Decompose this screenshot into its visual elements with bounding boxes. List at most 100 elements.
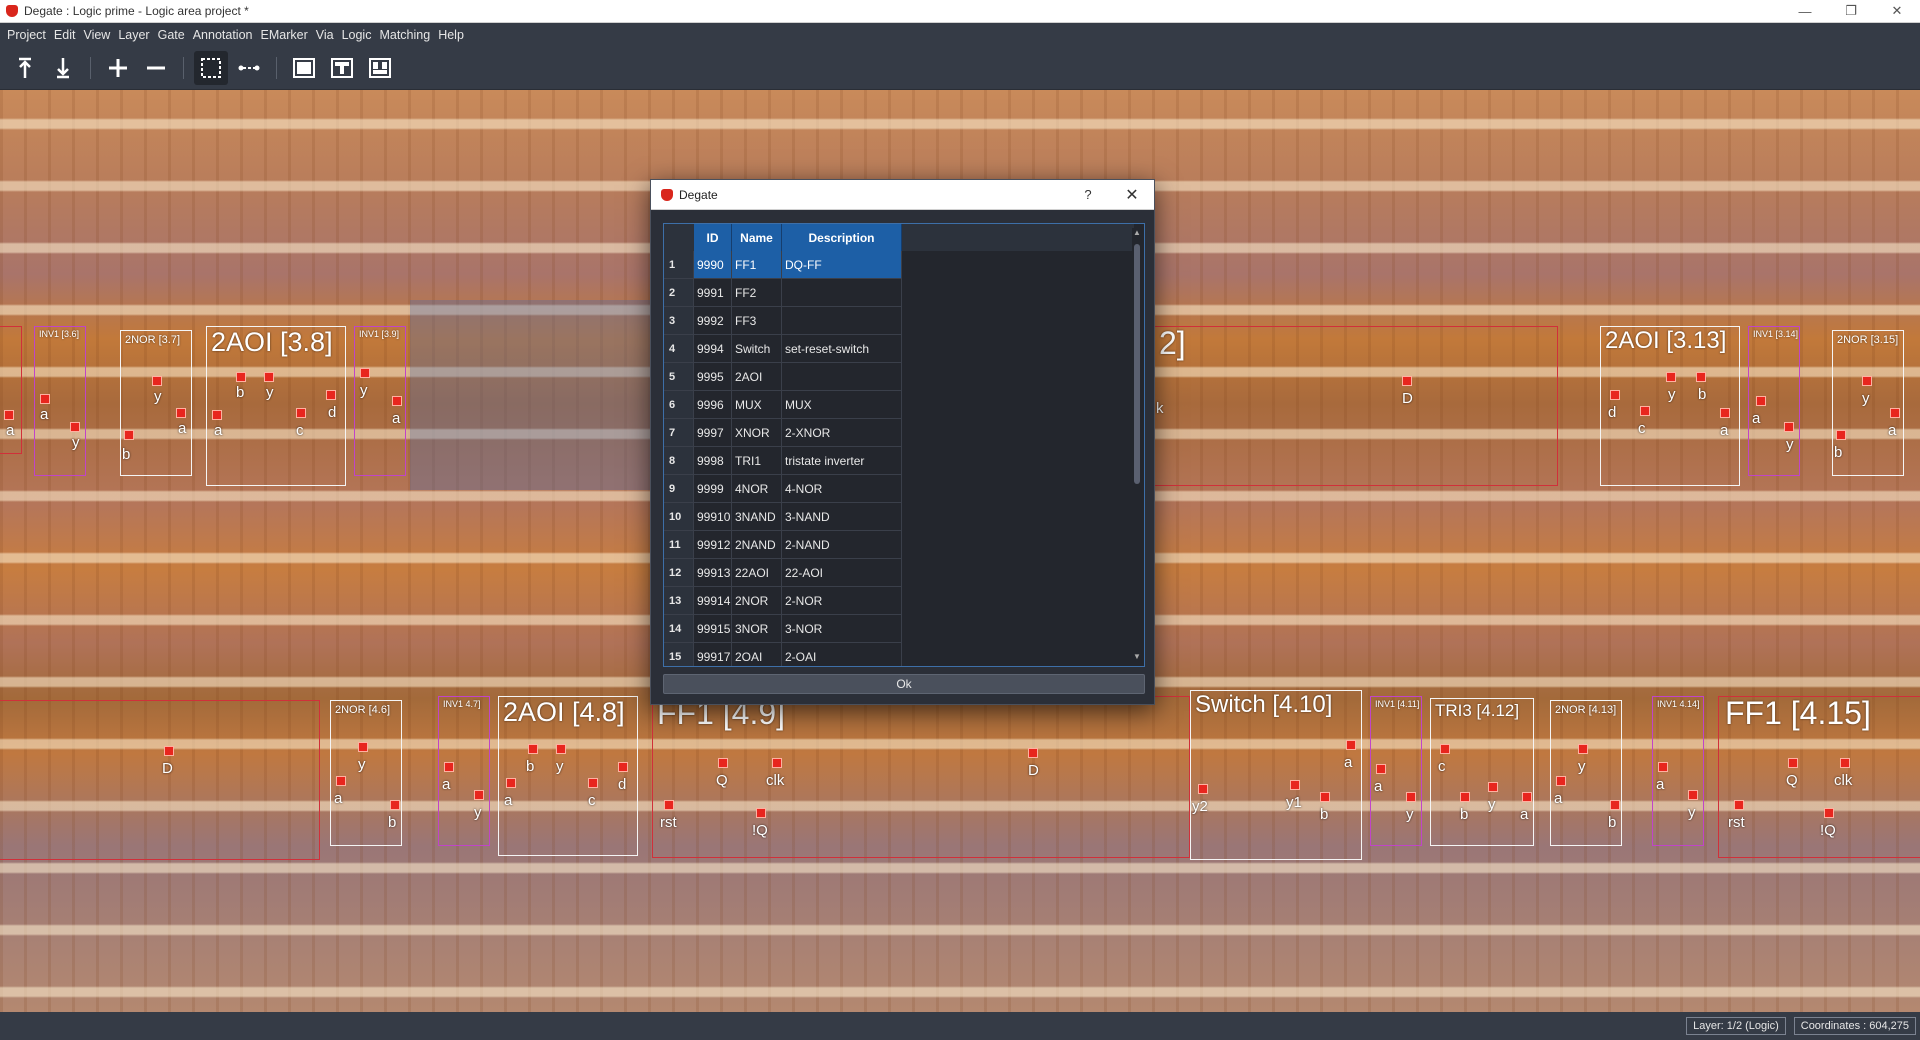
- menu-edit[interactable]: Edit: [50, 28, 80, 42]
- cell-id[interactable]: 9990: [694, 251, 732, 279]
- cell-id[interactable]: 99917: [694, 643, 732, 666]
- pin-marker[interactable]: [1836, 430, 1846, 440]
- row-number[interactable]: 2: [664, 279, 694, 307]
- gate-cell[interactable]: FF1 [4.9]: [652, 695, 1190, 858]
- pin-marker[interactable]: [1460, 792, 1470, 802]
- cell-id[interactable]: 9998: [694, 447, 732, 475]
- table-row[interactable]: 5 9995 2AOI: [664, 363, 1134, 391]
- cell-id[interactable]: 9999: [694, 475, 732, 503]
- bottom-layer-icon[interactable]: [363, 51, 397, 85]
- vertical-scrollbar[interactable]: ▲ ▼: [1132, 228, 1142, 662]
- menu-emarker[interactable]: EMarker: [257, 28, 312, 42]
- pin-marker[interactable]: [1788, 758, 1798, 768]
- pin-marker[interactable]: [1610, 800, 1620, 810]
- pin-marker[interactable]: [1720, 408, 1730, 418]
- cell-name[interactable]: 3NOR: [732, 615, 782, 643]
- pin-marker[interactable]: [1840, 758, 1850, 768]
- pin-marker[interactable]: [336, 776, 346, 786]
- gate-cell[interactable]: [0, 700, 320, 860]
- gate-cell[interactable]: Switch [4.10]: [1190, 690, 1362, 860]
- row-number[interactable]: 15: [664, 643, 694, 666]
- restore-button[interactable]: ❐: [1828, 0, 1874, 22]
- background-layer-icon[interactable]: [287, 51, 321, 85]
- cell-description[interactable]: 2-XNOR: [782, 419, 902, 447]
- row-number[interactable]: 6: [664, 391, 694, 419]
- pin-marker[interactable]: [772, 758, 782, 768]
- pin-marker[interactable]: [212, 410, 222, 420]
- pin-marker[interactable]: [176, 408, 186, 418]
- pin-marker[interactable]: [124, 430, 134, 440]
- pin-marker[interactable]: [1198, 784, 1208, 794]
- cell-id[interactable]: 99913: [694, 559, 732, 587]
- cell-name[interactable]: FF2: [732, 279, 782, 307]
- cell-description[interactable]: [782, 307, 902, 335]
- pin-marker[interactable]: [556, 744, 566, 754]
- cell-id[interactable]: 9997: [694, 419, 732, 447]
- cell-description[interactable]: MUX: [782, 391, 902, 419]
- pin-marker[interactable]: [1610, 390, 1620, 400]
- cell-name[interactable]: FF1: [732, 251, 782, 279]
- table-row[interactable]: 6 9996 MUX MUX: [664, 391, 1134, 419]
- cell-name[interactable]: 2NOR: [732, 587, 782, 615]
- pin-marker[interactable]: [1890, 408, 1900, 418]
- gate-cell[interactable]: 2AOI [3.13]: [1600, 326, 1740, 486]
- layer-down-icon[interactable]: [46, 51, 80, 85]
- cell-id[interactable]: 9991: [694, 279, 732, 307]
- pin-marker[interactable]: [1784, 422, 1794, 432]
- pin-marker[interactable]: [1440, 744, 1450, 754]
- pin-marker[interactable]: [1320, 792, 1330, 802]
- cell-id[interactable]: 9994: [694, 335, 732, 363]
- pin-marker[interactable]: [1578, 744, 1588, 754]
- wire-tool-icon[interactable]: [232, 51, 266, 85]
- cell-name[interactable]: 22AOI: [732, 559, 782, 587]
- cell-id[interactable]: 9996: [694, 391, 732, 419]
- cell-name[interactable]: FF3: [732, 307, 782, 335]
- cell-description[interactable]: set-reset-switch: [782, 335, 902, 363]
- pin-marker[interactable]: [1824, 808, 1834, 818]
- table-row[interactable]: 3 9992 FF3: [664, 307, 1134, 335]
- row-number[interactable]: 8: [664, 447, 694, 475]
- menu-layer[interactable]: Layer: [114, 28, 153, 42]
- cell-description[interactable]: [782, 279, 902, 307]
- pin-marker[interactable]: [164, 746, 174, 756]
- column-header-description[interactable]: Description: [782, 224, 902, 251]
- pin-marker[interactable]: [474, 790, 484, 800]
- scroll-down-icon[interactable]: ▼: [1132, 652, 1142, 662]
- close-window-button[interactable]: ✕: [1874, 0, 1920, 22]
- pin-marker[interactable]: [588, 778, 598, 788]
- cell-name[interactable]: 3NAND: [732, 503, 782, 531]
- table-row[interactable]: 2 9991 FF2: [664, 279, 1134, 307]
- gate-cell[interactable]: 2]: [1130, 325, 1558, 486]
- area-select-icon[interactable]: [194, 51, 228, 85]
- cell-name[interactable]: 2AOI: [732, 363, 782, 391]
- pin-marker[interactable]: [756, 808, 766, 818]
- layer-up-icon[interactable]: [8, 51, 42, 85]
- pin-marker[interactable]: [664, 800, 674, 810]
- pin-marker[interactable]: [1696, 372, 1706, 382]
- row-number[interactable]: 4: [664, 335, 694, 363]
- cell-description[interactable]: DQ-FF: [782, 251, 902, 279]
- table-row[interactable]: 15 99917 2OAI 2-OAI: [664, 643, 1134, 666]
- row-number[interactable]: 10: [664, 503, 694, 531]
- pin-marker[interactable]: [1862, 376, 1872, 386]
- minimize-button[interactable]: —: [1782, 0, 1828, 22]
- cell-id[interactable]: 99915: [694, 615, 732, 643]
- cell-description[interactable]: 4-NOR: [782, 475, 902, 503]
- menu-annotation[interactable]: Annotation: [189, 28, 257, 42]
- pin-marker[interactable]: [1688, 790, 1698, 800]
- dialog-close-button[interactable]: ✕: [1110, 185, 1154, 205]
- table-row[interactable]: 13 99914 2NOR 2-NOR: [664, 587, 1134, 615]
- pin-marker[interactable]: [1640, 406, 1650, 416]
- pin-marker[interactable]: [528, 744, 538, 754]
- pin-marker[interactable]: [392, 396, 402, 406]
- menu-view[interactable]: View: [79, 28, 114, 42]
- cell-id[interactable]: 99912: [694, 531, 732, 559]
- pin-marker[interactable]: [1488, 782, 1498, 792]
- table-row[interactable]: 10 99910 3NAND 3-NAND: [664, 503, 1134, 531]
- gate-cell[interactable]: FF1 [4.15]: [1718, 695, 1920, 858]
- pin-marker[interactable]: [152, 376, 162, 386]
- cell-name[interactable]: TRI1: [732, 447, 782, 475]
- pin-marker[interactable]: [4, 410, 14, 420]
- column-header-name[interactable]: Name: [732, 224, 782, 251]
- scroll-up-icon[interactable]: ▲: [1132, 228, 1142, 238]
